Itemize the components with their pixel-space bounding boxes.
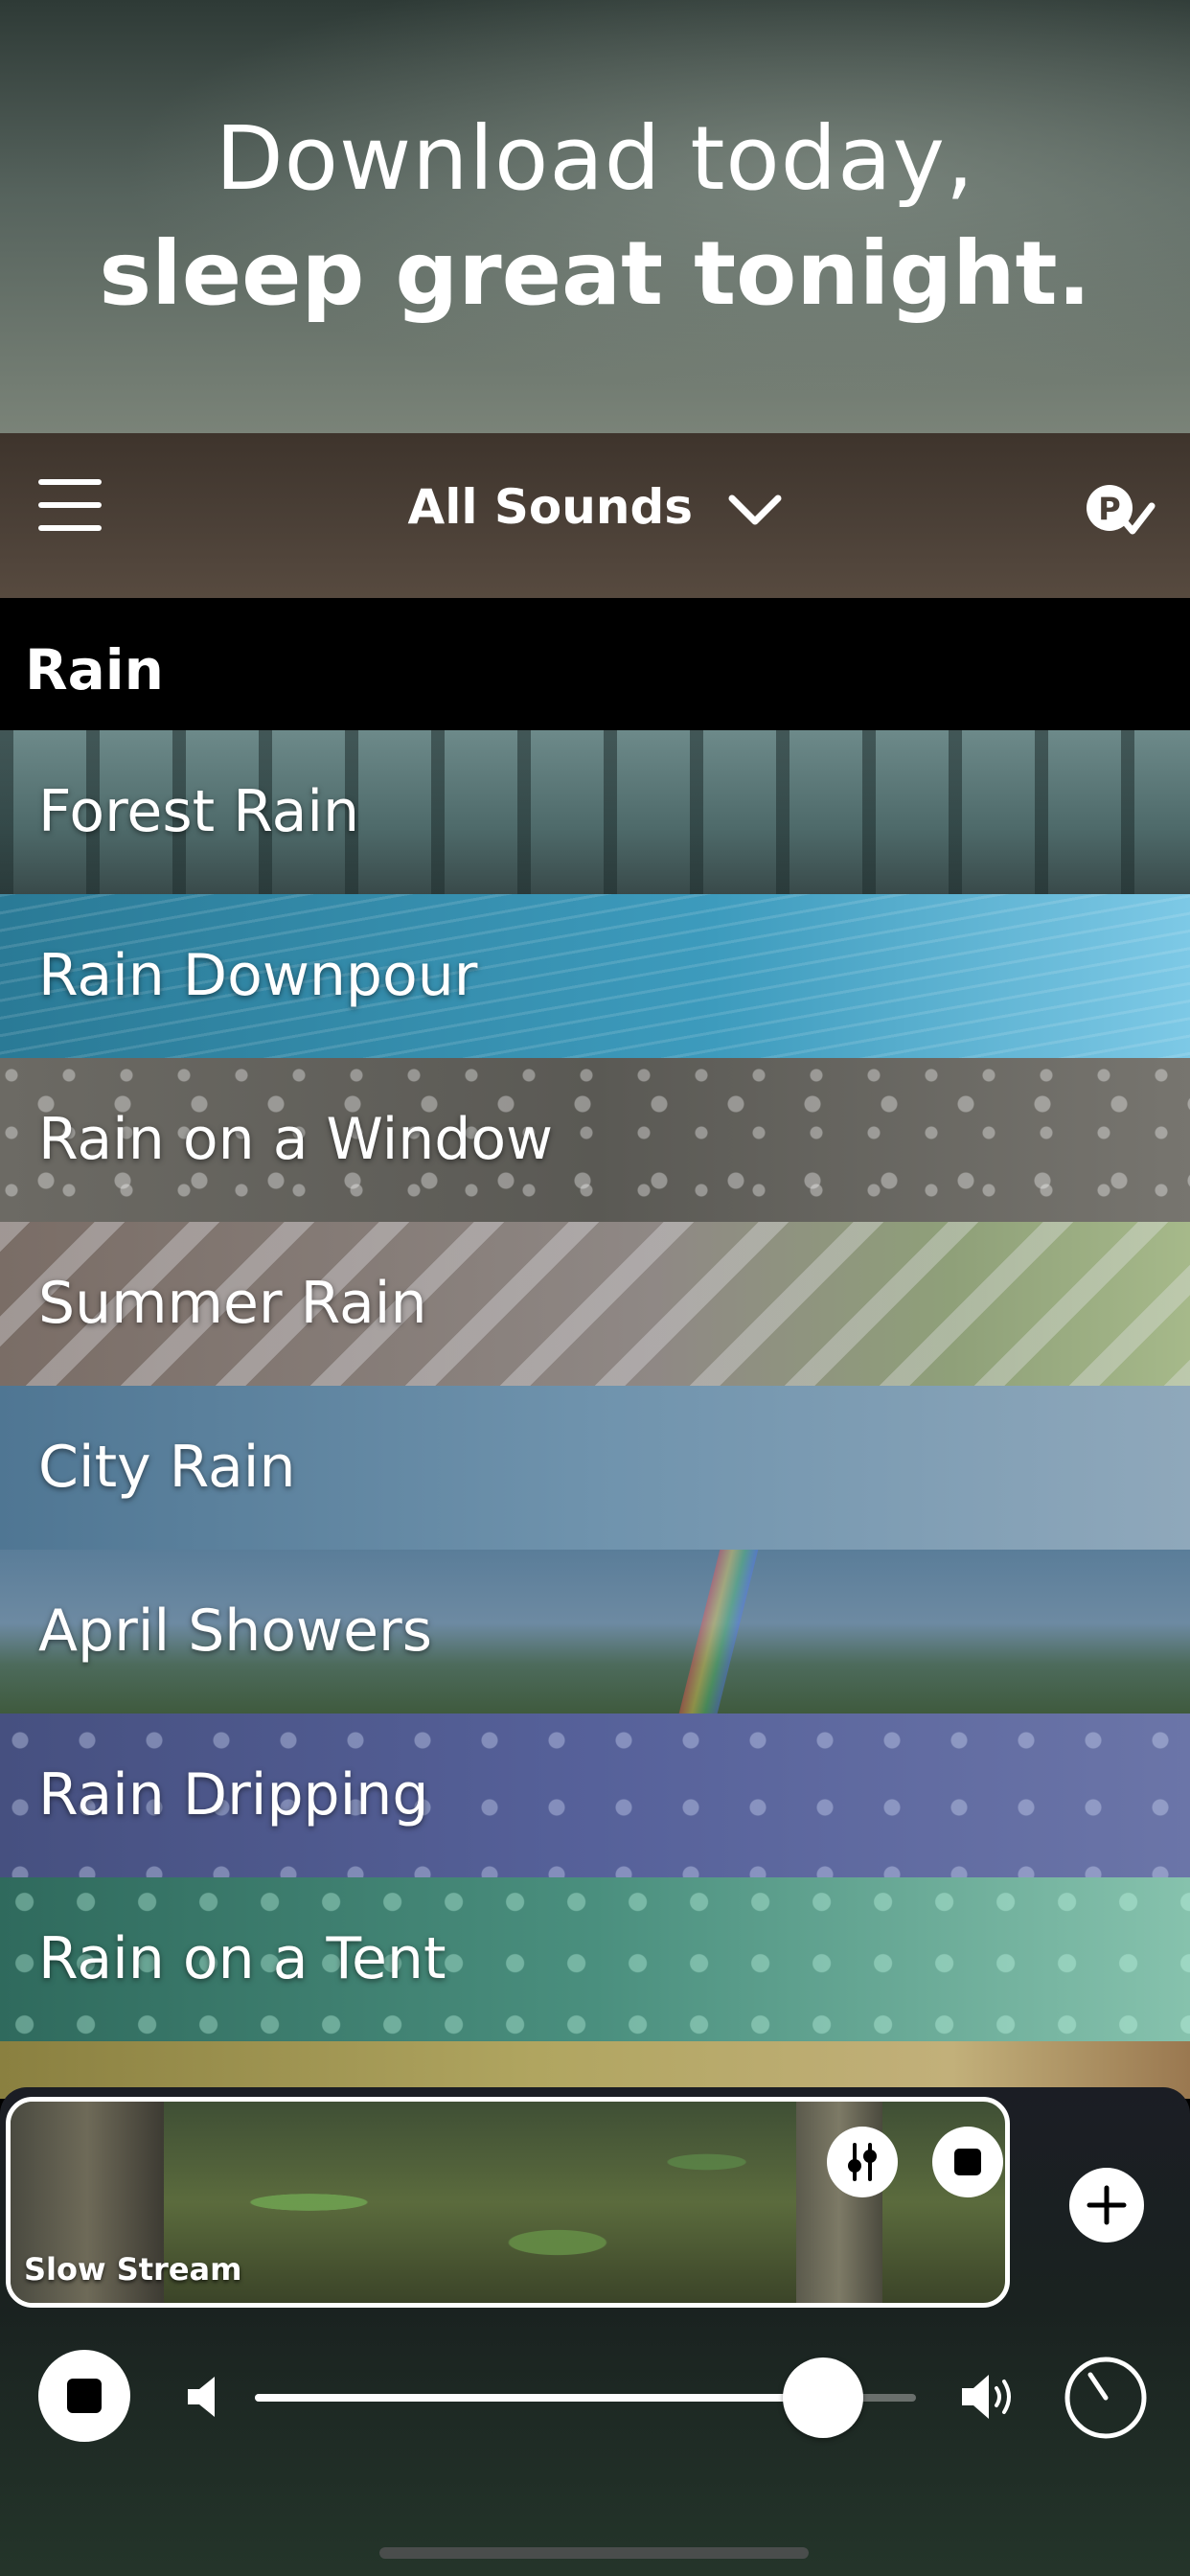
speaker-low-icon — [184, 2373, 226, 2421]
sound-category-dropdown[interactable]: All Sounds — [0, 473, 1190, 544]
promo-headline: Download today, — [215, 107, 975, 210]
sliders-icon[interactable] — [827, 2127, 898, 2197]
sound-label: Rain on a Tent — [38, 1925, 446, 1992]
volume-slider[interactable] — [255, 2358, 916, 2438]
speaker-high-icon — [958, 2369, 1021, 2425]
svg-text:P: P — [1098, 491, 1120, 527]
section-header: Rain — [0, 598, 1190, 730]
volume-track-fill — [255, 2394, 824, 2402]
sound-row-april-showers[interactable]: April Showers — [0, 1550, 1190, 1714]
player-panel: Slow Stream — [0, 2087, 1190, 2576]
sound-label: Rain Dripping — [38, 1761, 429, 1828]
promo-subheadline: sleep great tonight. — [99, 222, 1091, 325]
p-check-icon[interactable]: P — [1083, 479, 1156, 540]
sound-row-rain-downpour[interactable]: Rain Downpour — [0, 894, 1190, 1058]
plus-icon[interactable] — [1069, 2168, 1144, 2242]
now-playing-card[interactable]: Slow Stream — [6, 2097, 1010, 2308]
top-nav-bar: All Sounds P — [0, 433, 1190, 598]
volume-thumb[interactable] — [783, 2358, 864, 2438]
sound-label: Rain on a Window — [38, 1106, 554, 1173]
master-stop-button[interactable] — [38, 2350, 130, 2442]
nav-title-label: All Sounds — [407, 479, 694, 535]
rainbow-decoration — [678, 1550, 759, 1714]
sound-row-forest-rain[interactable]: Forest Rain — [0, 730, 1190, 894]
now-playing-label: Slow Stream — [24, 2251, 242, 2288]
promo-banner: Download today, sleep great tonight. — [0, 0, 1190, 433]
sound-label: Rain Downpour — [38, 942, 478, 1009]
sound-row-rain-on-a-tent[interactable]: Rain on a Tent — [0, 1877, 1190, 2041]
home-indicator — [379, 2547, 809, 2559]
sound-list: Forest Rain Rain Downpour Rain on a Wind… — [0, 730, 1190, 2099]
timer-icon[interactable] — [1062, 2352, 1150, 2440]
sound-row-rain-dripping[interactable]: Rain Dripping — [0, 1714, 1190, 1877]
section-title: Rain — [25, 637, 164, 702]
card-stop-icon[interactable] — [932, 2127, 1003, 2197]
sound-label: April Showers — [38, 1598, 432, 1665]
sound-row-rain-on-a-window[interactable]: Rain on a Window — [0, 1058, 1190, 1222]
stop-icon — [67, 2379, 102, 2413]
sound-row-city-rain[interactable]: City Rain — [0, 1386, 1190, 1550]
sound-label: Forest Rain — [38, 778, 360, 845]
sound-label: Summer Rain — [38, 1270, 427, 1337]
chevron-down-icon — [728, 477, 782, 544]
sound-row-summer-rain[interactable]: Summer Rain — [0, 1222, 1190, 1386]
sound-label: City Rain — [38, 1434, 296, 1501]
